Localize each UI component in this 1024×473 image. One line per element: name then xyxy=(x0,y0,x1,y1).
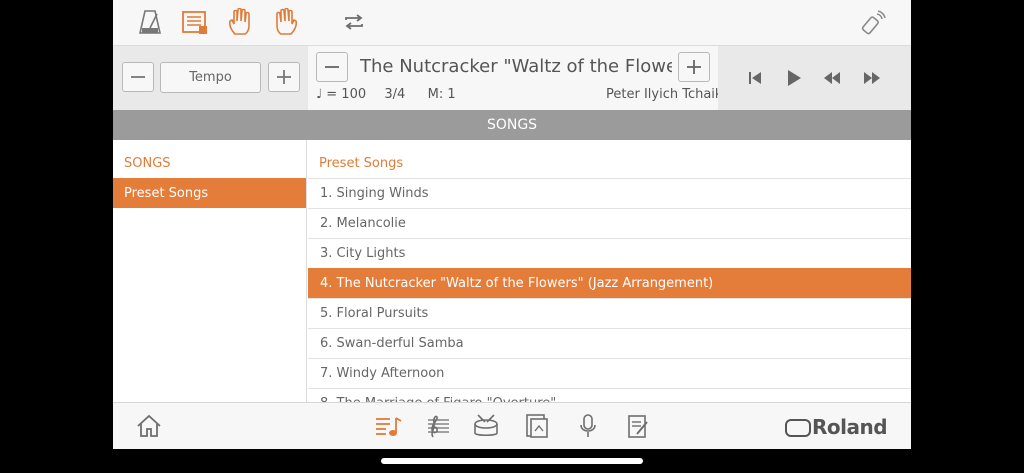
play-icon[interactable] xyxy=(781,66,807,90)
top-toolbar xyxy=(113,0,911,46)
page-icon[interactable] xyxy=(523,412,551,440)
list-item[interactable]: 1. Singing Winds xyxy=(308,178,911,208)
list-item[interactable]: 2. Melancolie xyxy=(308,208,911,238)
song-list-heading: Preset Songs xyxy=(319,156,404,171)
song-title: The Nutcracker "Waltz of the Flowers" (J… xyxy=(360,56,672,77)
metronome-icon[interactable] xyxy=(135,7,165,37)
roland-r-mark xyxy=(785,419,811,437)
quarter-note-icon: ♩ xyxy=(316,87,323,102)
rewind-icon[interactable] xyxy=(819,66,845,90)
list-item[interactable]: 5. Floral Pursuits xyxy=(308,298,911,328)
brand-name: Roland xyxy=(812,415,888,439)
song-meta: ♩ = 100 3/4 M: 1 xyxy=(316,87,456,102)
app-window: Tempo The Nutcracker "Waltz of the Flowe… xyxy=(113,0,911,449)
song-list: Preset Songs 1. Singing Winds 2. Melanco… xyxy=(308,140,911,402)
score-icon[interactable] xyxy=(180,7,210,37)
drum-icon[interactable] xyxy=(472,412,500,440)
section-header: SONGS xyxy=(113,110,911,140)
list-item[interactable]: 6. Swan-derful Samba xyxy=(308,328,911,358)
next-song-button[interactable] xyxy=(678,52,710,82)
tempo-value: = 100 xyxy=(326,87,367,102)
microphone-icon[interactable] xyxy=(574,412,602,440)
left-hand-icon[interactable] xyxy=(225,7,255,37)
home-icon[interactable] xyxy=(135,412,163,440)
song-composer: Peter Ilyich Tchaikovsky xyxy=(606,87,718,102)
song-info-bar: Tempo The Nutcracker "Waltz of the Flowe… xyxy=(113,46,911,110)
roland-logo: Roland xyxy=(785,415,888,439)
tempo-up-button[interactable] xyxy=(268,62,300,92)
bluetooth-connect-icon[interactable] xyxy=(859,7,889,37)
repeat-icon[interactable] xyxy=(339,7,369,37)
category-item-preset-songs[interactable]: Preset Songs xyxy=(113,178,306,208)
bottom-navigation: Roland xyxy=(113,402,911,449)
previous-song-button[interactable] xyxy=(316,52,348,82)
score-icon[interactable] xyxy=(424,412,452,440)
song-list-icon[interactable] xyxy=(374,412,402,440)
home-indicator[interactable] xyxy=(381,458,643,464)
tempo-display[interactable]: Tempo xyxy=(160,62,261,93)
list-item[interactable]: 7. Windy Afternoon xyxy=(308,358,911,388)
song-panel: The Nutcracker "Waltz of the Flowers" (J… xyxy=(308,46,718,110)
fast-forward-icon[interactable] xyxy=(859,66,885,90)
right-hand-icon[interactable] xyxy=(271,7,301,37)
category-heading: SONGS xyxy=(124,156,171,171)
category-list: SONGS Preset Songs xyxy=(113,140,307,402)
list-item[interactable]: 3. City Lights xyxy=(308,238,911,268)
tempo-down-button[interactable] xyxy=(122,62,154,92)
list-item-selected[interactable]: 4. The Nutcracker "Waltz of the Flowers"… xyxy=(308,268,911,298)
list-item[interactable]: 8. The Marriage of Figaro "Overture" xyxy=(308,388,911,402)
time-signature: 3/4 xyxy=(384,87,406,102)
skip-to-start-icon[interactable] xyxy=(742,66,768,90)
measure-number: M: 1 xyxy=(427,87,456,102)
notepad-icon[interactable] xyxy=(624,412,652,440)
